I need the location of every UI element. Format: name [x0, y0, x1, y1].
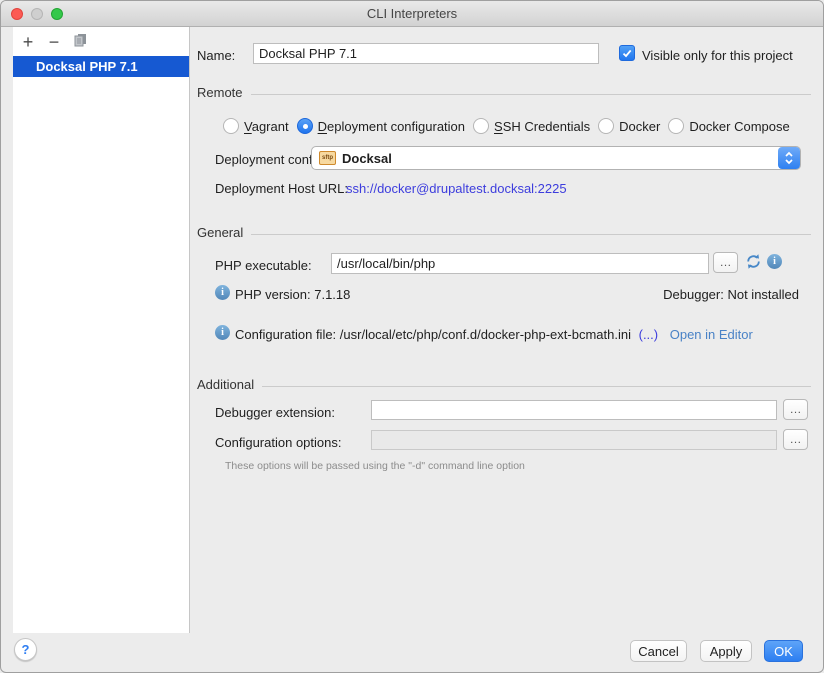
remove-interpreter-button[interactable]: − — [44, 32, 64, 52]
radio-selected-icon — [297, 118, 313, 134]
configuration-options-browse-button[interactable]: … — [783, 429, 808, 450]
zoom-icon[interactable] — [51, 8, 63, 20]
additional-section-title: Additional — [197, 377, 254, 392]
php-version-info-icon — [215, 285, 230, 300]
remote-type-radio-group: Vagrant Deployment configuration SSH Cre… — [223, 118, 790, 134]
radio-deployment-configuration[interactable]: Deployment configuration — [297, 118, 465, 134]
general-section-header: General — [197, 225, 811, 240]
radio-docker-compose-label: Docker Compose — [689, 119, 789, 134]
php-executable-input[interactable] — [331, 253, 709, 274]
visible-only-label: Visible only for this project — [642, 48, 793, 63]
section-rule — [251, 234, 811, 235]
general-section-title: General — [197, 225, 243, 240]
php-version-text: PHP version: 7.1.18 — [235, 287, 350, 302]
configuration-options-input[interactable] — [371, 430, 777, 450]
help-button[interactable]: ? — [14, 638, 37, 661]
check-icon — [622, 49, 632, 58]
debugger-status-text: Debugger: Not installed — [663, 287, 799, 302]
name-input[interactable] — [253, 43, 599, 64]
php-executable-browse-button[interactable]: … — [713, 252, 738, 273]
configuration-file-more-link[interactable]: (...) — [639, 327, 659, 342]
add-interpreter-button[interactable]: + — [18, 32, 38, 52]
radio-vagrant[interactable]: Vagrant — [223, 118, 289, 134]
interpreters-list-panel: + − Docksal PHP 7.1 — [13, 27, 189, 633]
configuration-file-row: Configuration file: /usr/local/etc/php/c… — [235, 327, 753, 342]
radio-deployment-label: Deployment configuration — [318, 119, 465, 134]
section-rule — [262, 386, 811, 387]
deployment-configuration-value: Docksal — [342, 151, 392, 166]
cli-interpreters-dialog: CLI Interpreters + − Docksal PHP 7.1 Nam… — [0, 0, 824, 673]
copy-icon — [72, 32, 88, 48]
interpreter-settings-form: Name: Visible only for this project Remo… — [189, 27, 824, 633]
php-executable-label: PHP executable: — [215, 258, 312, 273]
deployment-configuration-select[interactable]: sftp Docksal — [311, 146, 801, 170]
reload-phpinfo-button[interactable] — [744, 253, 762, 271]
radio-icon — [223, 118, 239, 134]
radio-docker-label: Docker — [619, 119, 660, 134]
configuration-options-label: Configuration options: — [215, 435, 341, 450]
php-executable-info-icon — [767, 254, 782, 269]
apply-button[interactable]: Apply — [700, 640, 752, 662]
minimize-icon — [31, 8, 43, 20]
radio-docker[interactable]: Docker — [598, 118, 660, 134]
duplicate-interpreter-button[interactable] — [70, 32, 90, 52]
deployment-host-url-label: Deployment Host URL: — [215, 181, 348, 196]
titlebar[interactable]: CLI Interpreters — [1, 1, 823, 27]
dialog-footer: ? Cancel Apply OK — [1, 631, 823, 672]
traffic-lights — [11, 8, 63, 20]
debugger-extension-label: Debugger extension: — [215, 405, 335, 420]
chevron-up-down-icon — [784, 151, 794, 165]
interpreter-list-item[interactable]: Docksal PHP 7.1 — [13, 56, 189, 77]
close-icon[interactable] — [11, 8, 23, 20]
popup-stepper[interactable] — [778, 147, 800, 169]
radio-ssh-credentials[interactable]: SSH Credentials — [473, 118, 590, 134]
radio-vagrant-label: Vagrant — [244, 119, 289, 134]
options-note: These options will be passed using the "… — [225, 460, 525, 472]
remote-section-title: Remote — [197, 85, 243, 100]
remote-section-header: Remote — [197, 85, 811, 100]
open-in-editor-link[interactable]: Open in Editor — [670, 327, 753, 342]
section-rule — [251, 94, 811, 95]
window-title: CLI Interpreters — [1, 1, 823, 26]
list-toolbar: + − — [18, 32, 90, 52]
radio-icon — [668, 118, 684, 134]
configuration-file-info-icon — [215, 325, 230, 340]
radio-icon — [473, 118, 489, 134]
visible-only-checkbox[interactable] — [619, 45, 635, 61]
debugger-extension-input[interactable] — [371, 400, 777, 420]
refresh-icon — [745, 253, 762, 270]
cancel-button[interactable]: Cancel — [630, 640, 687, 662]
radio-ssh-label: SSH Credentials — [494, 119, 590, 134]
name-label: Name: — [197, 48, 235, 63]
sftp-icon: sftp — [319, 151, 336, 165]
additional-section-header: Additional — [197, 377, 811, 392]
debugger-extension-browse-button[interactable]: … — [783, 399, 808, 420]
ok-button[interactable]: OK — [764, 640, 803, 662]
configuration-file-text: Configuration file: /usr/local/etc/php/c… — [235, 327, 631, 342]
deployment-host-url-link[interactable]: ssh://docker@drupaltest.docksal:2225 — [346, 181, 567, 196]
radio-icon — [598, 118, 614, 134]
radio-docker-compose[interactable]: Docker Compose — [668, 118, 789, 134]
